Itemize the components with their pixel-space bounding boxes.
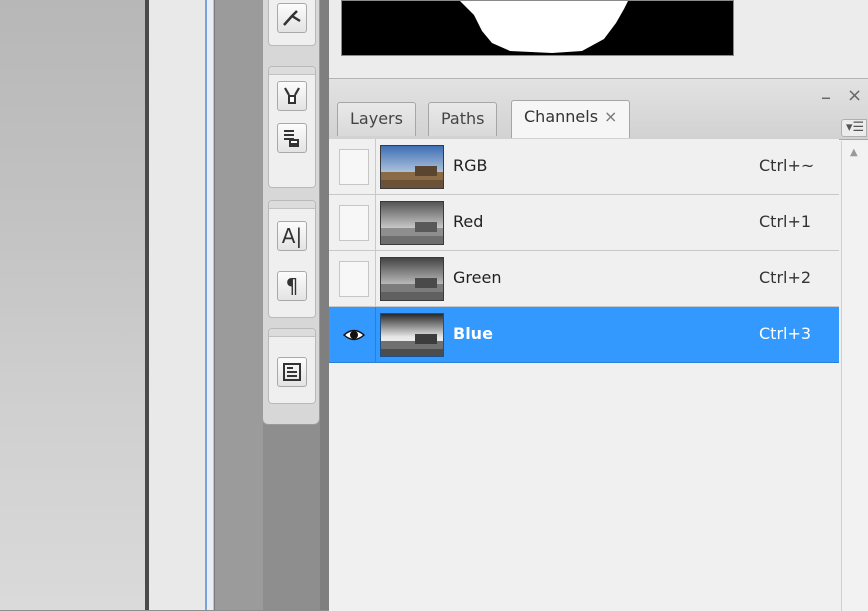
brush-scissors-icon[interactable]: [277, 3, 307, 33]
row-divider: [375, 195, 376, 250]
channel-thumbnail: [380, 145, 444, 189]
visibility-toggle[interactable]: [339, 317, 369, 353]
collapsed-panel-strip: A| ¶: [262, 0, 320, 425]
channel-row-blue[interactable]: Blue Ctrl+3: [329, 307, 839, 363]
panel-gutter: [214, 0, 263, 610]
panel-header: Layers Paths Channels × – × ▾☰: [329, 79, 868, 140]
channel-shortcut: Ctrl+1: [759, 212, 812, 231]
scroll-up-icon[interactable]: ▲: [850, 147, 858, 158]
tab-paths[interactable]: Paths: [428, 102, 498, 136]
channels-panel: Layers Paths Channels × – × ▾☰ RGB Ctrl+~: [329, 78, 868, 611]
tool-group-3: A| ¶: [268, 200, 316, 318]
tab-close-icon[interactable]: ×: [604, 107, 617, 126]
close-panel-icon[interactable]: ×: [847, 85, 862, 106]
tab-layers[interactable]: Layers: [337, 102, 416, 136]
tool-group-2: [268, 66, 316, 188]
paragraph-icon[interactable]: ¶: [277, 271, 307, 301]
tab-channels-label: Channels: [524, 107, 599, 126]
visibility-toggle[interactable]: [339, 149, 369, 185]
channel-thumbnail: [380, 313, 444, 357]
tool-group-4: [268, 328, 316, 404]
row-divider: [375, 139, 376, 194]
upper-panel: [329, 0, 868, 78]
clone-source-icon[interactable]: [277, 81, 307, 111]
tab-channels[interactable]: Channels ×: [511, 100, 631, 138]
tab-paths-label: Paths: [441, 109, 485, 128]
character-icon[interactable]: A|: [277, 221, 307, 251]
document-window-border: [205, 0, 214, 610]
visibility-toggle[interactable]: [339, 261, 369, 297]
document-frame: [149, 0, 206, 610]
row-divider: [375, 307, 376, 362]
document-canvas[interactable]: [0, 0, 145, 610]
channel-shortcut: Ctrl+3: [759, 324, 812, 343]
channel-name: RGB: [453, 156, 488, 175]
notes-icon[interactable]: [277, 357, 307, 387]
visibility-toggle[interactable]: [339, 205, 369, 241]
channel-row-red[interactable]: Red Ctrl+1: [329, 195, 839, 251]
channel-name: Green: [453, 268, 502, 287]
channel-thumbnail: [380, 257, 444, 301]
channel-row-green[interactable]: Green Ctrl+2: [329, 251, 839, 307]
tool-group-1: [268, 0, 316, 46]
channel-row-rgb[interactable]: RGB Ctrl+~: [329, 139, 839, 195]
row-divider: [375, 251, 376, 306]
tool-presets-icon[interactable]: [277, 123, 307, 153]
panel-menu-icon[interactable]: ▾☰: [841, 119, 867, 137]
collapse-panel-icon[interactable]: –: [821, 85, 831, 109]
channel-name: Blue: [453, 324, 493, 343]
character-glyph: A|: [281, 224, 303, 248]
channel-list: RGB Ctrl+~ Red Ctrl+1 Green Ctrl+2 Blue …: [329, 139, 839, 363]
eye-icon: [342, 329, 366, 341]
channel-shortcut: Ctrl+~: [759, 156, 815, 175]
channel-thumbnail: [380, 201, 444, 245]
panel-dock-separator: [320, 0, 329, 610]
histogram-preview: [341, 0, 734, 56]
channel-name: Red: [453, 212, 484, 231]
channel-list-scrollbar[interactable]: ▲: [841, 141, 868, 611]
paragraph-glyph: ¶: [285, 274, 299, 298]
channel-shortcut: Ctrl+2: [759, 268, 812, 287]
tab-layers-label: Layers: [350, 109, 403, 128]
